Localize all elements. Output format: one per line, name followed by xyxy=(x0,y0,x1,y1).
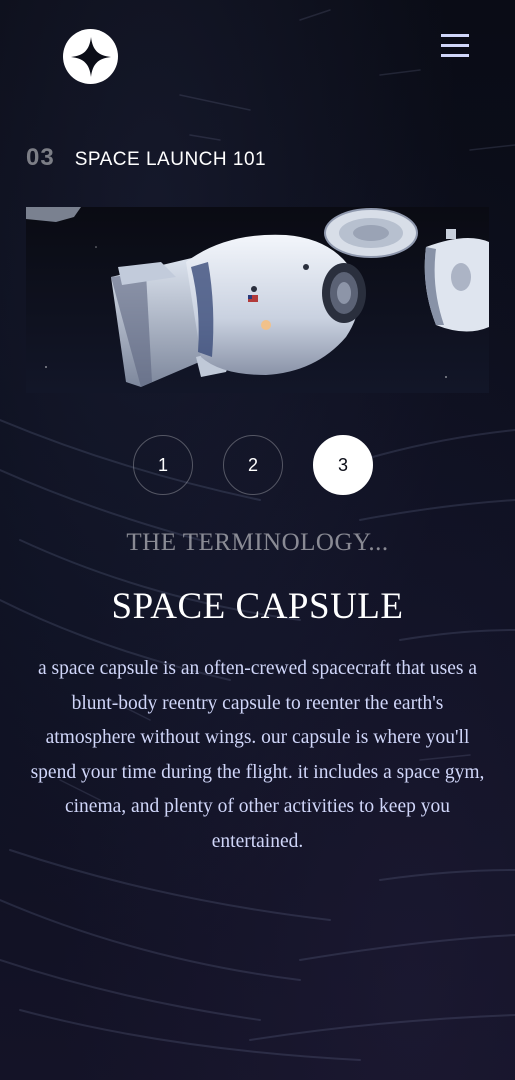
pagination-dot-3[interactable]: 3 xyxy=(313,435,373,495)
technology-pagination: 1 2 3 xyxy=(133,435,373,495)
space-capsule-illustration xyxy=(26,207,489,387)
technology-image xyxy=(26,207,489,393)
technology-description: a space capsule is an often-crewed space… xyxy=(30,658,485,852)
page-heading: 03 SPACE LAUNCH 101 xyxy=(26,144,266,172)
menu-line xyxy=(441,44,469,47)
logo[interactable] xyxy=(63,29,118,84)
page-number: 03 xyxy=(26,144,55,171)
pagination-dot-2[interactable]: 2 xyxy=(223,435,283,495)
menu-line xyxy=(441,54,469,57)
star-logo-icon xyxy=(70,36,111,77)
terminology-label: THE TERMINOLOGY... xyxy=(126,529,389,556)
menu-line xyxy=(441,34,469,37)
page-title: SPACE LAUNCH 101 xyxy=(74,149,267,170)
pagination-dot-1[interactable]: 1 xyxy=(133,435,193,495)
hamburger-menu-icon[interactable] xyxy=(441,34,469,62)
technology-name: SPACE CAPSULE xyxy=(111,586,404,627)
